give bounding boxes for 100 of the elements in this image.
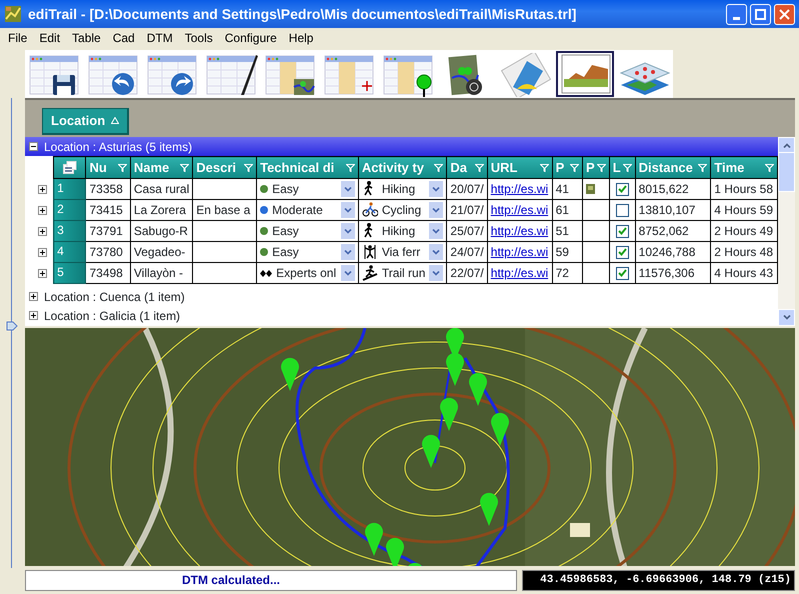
table-cell: 25/07/	[446, 220, 488, 242]
checkbox[interactable]	[616, 266, 629, 280]
toolbar-button[interactable]	[556, 51, 614, 97]
table-cell	[192, 220, 257, 242]
table-cell: 59	[552, 242, 583, 262]
group-row[interactable]: Location : Cuenca (1 item)	[25, 287, 778, 306]
scroll-thumb[interactable]	[778, 152, 795, 192]
group-label: Location : Galicia (1 item)	[44, 308, 180, 324]
minimize-button[interactable]	[726, 4, 747, 24]
activity-dropdown[interactable]: Hiking	[358, 178, 447, 200]
table-cell: Villayòn -	[130, 262, 193, 284]
activity-dropdown[interactable]: Cycling	[358, 200, 447, 220]
activity-dropdown[interactable]: Via ferr	[358, 242, 447, 262]
filter-icon	[596, 164, 606, 172]
chevron-down-icon	[432, 186, 440, 192]
group-label: Location : Asturias (5 items)	[44, 138, 192, 156]
table-cell: 10246,788	[635, 242, 711, 262]
table-cell: 73415	[86, 200, 130, 220]
menu-item[interactable]: Tools	[178, 28, 219, 48]
menu-item[interactable]: DTM	[140, 28, 179, 48]
filter-icon	[765, 164, 774, 172]
table-cell: 72	[552, 262, 583, 284]
checkbox[interactable]	[616, 182, 629, 196]
difficulty-dropdown[interactable]: Moderate	[256, 200, 358, 220]
menu-item[interactable]: Help	[282, 28, 320, 48]
close-button[interactable]	[774, 4, 795, 24]
table-cell: 22/07/	[446, 262, 488, 284]
pen-table-icon	[204, 53, 258, 97]
table-cell: Casa rural	[130, 178, 193, 200]
checkbox[interactable]	[616, 224, 629, 238]
table-cell	[192, 262, 257, 284]
expand-icon	[38, 184, 47, 194]
photo-thumbnail	[586, 184, 596, 194]
group-header[interactable]: Location : Asturias (5 items)	[25, 137, 778, 156]
picture-icon	[499, 53, 553, 97]
window-title: ediTrail - [D:\Documents and Settings\Pedro\Mis documentos\ediTrail\MisRutas.trl]	[28, 4, 578, 24]
column-chooser-header[interactable]	[54, 156, 86, 178]
filter-icon	[622, 164, 632, 172]
minimize-icon	[733, 16, 740, 20]
table-cell: 24/07/	[446, 242, 488, 262]
table-cell: 41	[552, 178, 583, 200]
difficulty-dropdown[interactable]: Experts onl	[256, 262, 358, 284]
map-drawing[interactable]	[25, 328, 795, 566]
activity-dropdown[interactable]: Trail run	[358, 262, 447, 284]
activity-dropdown[interactable]: Hiking	[358, 220, 447, 242]
menu-item[interactable]: Cad	[106, 28, 141, 48]
chevron-down-icon	[432, 228, 440, 234]
difficulty-dropdown[interactable]: Easy	[256, 178, 358, 200]
filter-icon	[570, 164, 580, 172]
checkbox[interactable]	[616, 246, 629, 258]
table-cell: 73498	[86, 262, 130, 284]
app-logo-icon	[4, 5, 22, 23]
add-row-icon	[322, 53, 376, 97]
chevron-down-icon	[344, 208, 352, 212]
menu-item[interactable]: File	[2, 28, 34, 48]
chevron-down-icon	[344, 228, 352, 234]
splitter-handle-icon	[6, 321, 18, 331]
chevron-down-icon	[344, 270, 352, 276]
table-cell	[192, 242, 257, 262]
scroll-down-icon	[782, 315, 790, 320]
table-cell: La Zorera	[130, 200, 193, 220]
difficulty-dropdown[interactable]: Easy	[256, 220, 358, 242]
table-map-icon	[263, 53, 317, 97]
menu-item[interactable]: Table	[66, 28, 107, 48]
undo-icon	[86, 53, 140, 97]
filter-icon	[698, 164, 708, 172]
coordinates-display: 43.45986583, -6.69663906, 148.79 (z15)	[522, 570, 795, 591]
table-cell: Sabugo-R	[130, 220, 193, 242]
status-message: DTM calculated...	[25, 570, 517, 591]
table-cell: 20/07/	[446, 178, 488, 200]
menu-item[interactable]: Edit	[33, 28, 66, 48]
redo-icon	[145, 53, 199, 97]
chevron-down-icon	[432, 270, 440, 276]
chevron-down-icon	[344, 186, 352, 192]
table-cell: Vegadeo-	[130, 242, 193, 262]
table-cell: 73358	[86, 178, 130, 200]
table-cell: 11576,306	[635, 262, 711, 284]
scroll-up-icon	[782, 143, 790, 148]
table-cell: 61	[552, 200, 583, 220]
double-diamond-icon	[260, 270, 272, 276]
column-chooser-icon	[62, 161, 77, 174]
table-cell: 13810,107	[635, 200, 711, 220]
table-cell: 51	[552, 220, 583, 242]
table-cell: 73780	[86, 242, 130, 262]
save-icon	[27, 53, 81, 97]
filter-icon	[346, 164, 355, 172]
filter-icon	[180, 164, 190, 172]
checkmark-icon	[618, 248, 627, 256]
expand-icon	[38, 226, 47, 236]
table-cell: 8015,622	[635, 178, 711, 200]
filter-icon	[474, 164, 484, 172]
difficulty-dropdown[interactable]: Easy	[256, 242, 358, 262]
menu-item[interactable]: Configure	[218, 28, 283, 48]
table-cell: 73791	[86, 220, 130, 242]
group-row[interactable]: Location : Galicia (1 item)	[25, 306, 778, 325]
expand-icon	[38, 248, 47, 256]
vertical-scrollbar[interactable]	[778, 137, 795, 326]
checkbox[interactable]	[616, 204, 629, 216]
table-cell: En base a	[192, 200, 257, 220]
maximize-button[interactable]	[750, 4, 771, 24]
